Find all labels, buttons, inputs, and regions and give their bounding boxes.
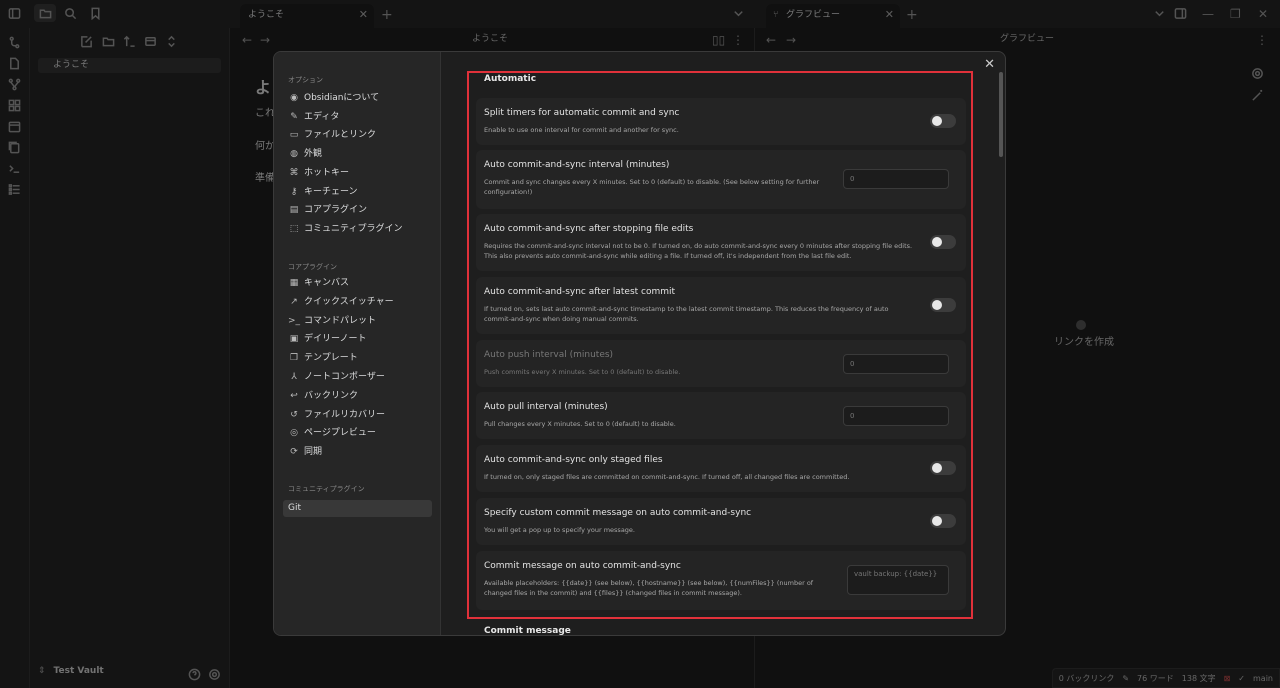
- nav-item-icon: ⟳: [290, 447, 298, 458]
- nav-item[interactable]: ⟳ 同期: [283, 444, 432, 461]
- nav-item-icon: ◍: [290, 149, 298, 160]
- highlight-box: [467, 71, 973, 619]
- nav-item[interactable]: ◉ Obsidianについて: [283, 90, 432, 107]
- nav-item-icon: ◎: [290, 428, 298, 439]
- nav-item-label: 同期: [304, 447, 323, 458]
- nav-item-icon: ⬚: [289, 223, 299, 234]
- nav-section-title: コアプラグイン: [288, 263, 337, 271]
- nav-item-icon: ◉: [290, 93, 298, 103]
- nav-item-label: キーチェーン: [304, 186, 358, 197]
- nav-item-icon: ▤: [289, 205, 299, 216]
- nav-item-icon: ⅄: [291, 372, 297, 382]
- nav-item[interactable]: ⚷ キーチェーン: [283, 184, 432, 201]
- section-heading: Commit message: [484, 626, 571, 636]
- nav-item[interactable]: ▭ ファイルとリンク: [283, 127, 432, 144]
- nav-item-label: ノートコンポーザー: [304, 372, 385, 382]
- nav-item-label: Git: [288, 503, 302, 513]
- nav-item-label: エディタ: [304, 111, 340, 122]
- nav-item-icon: >_: [288, 315, 301, 326]
- nav-item-label: 外観: [304, 149, 323, 160]
- nav-item[interactable]: ▦ キャンバス: [283, 275, 432, 292]
- nav-item-label: ファイルリカバリー: [304, 409, 386, 420]
- nav-item-icon: ✎: [290, 111, 298, 122]
- nav-item-icon: ⚷: [290, 186, 298, 197]
- nav-item[interactable]: ◎ ページプレビュー: [283, 425, 432, 442]
- scrollbar[interactable]: [999, 72, 1003, 157]
- nav-item-icon: ▣: [289, 334, 299, 345]
- nav-item-label: コアプラグイン: [304, 205, 368, 216]
- nav-item-icon: ⌘: [289, 167, 299, 178]
- nav-item-icon: ↩: [290, 390, 298, 401]
- obsidian-window: ようこそ ✕ + ⑂ グラフビュー ✕ + — ❐ ✕ ようこそ ⇕ Test …: [0, 0, 1280, 688]
- nav-section-title: オプション: [288, 76, 323, 84]
- nav-item[interactable]: ▤ コアプラグイン: [283, 202, 432, 219]
- nav-item-label: クイックスイッチャー: [304, 296, 394, 307]
- settings-modal: オプション ◉ Obsidianについて ✎ エディタ ▭ ファイルとリンク ◍ 外観 ⌘ ホットキ…: [273, 51, 1006, 636]
- nav-item[interactable]: ◍ 外観: [283, 146, 432, 163]
- nav-item-icon: ↺: [290, 409, 298, 420]
- nav-item[interactable]: ⌘ ホットキー: [283, 165, 432, 182]
- nav-item-label: コミュニティプラグイン: [304, 223, 403, 234]
- nav-item-label: デイリーノート: [304, 334, 367, 345]
- nav-item[interactable]: ✎ エディタ: [283, 109, 432, 126]
- nav-item-label: キャンバス: [304, 278, 350, 288]
- nav-item-label: バックリンク: [304, 390, 359, 401]
- nav-item-icon: ▭: [289, 130, 299, 141]
- nav-item-label: コマンドパレット: [304, 315, 377, 326]
- close-icon[interactable]: ✕: [984, 57, 995, 72]
- settings-nav: オプション ◉ Obsidianについて ✎ エディタ ▭ ファイルとリンク ◍ 外観 ⌘ ホットキ…: [274, 52, 441, 635]
- nav-item[interactable]: Git: [283, 500, 432, 517]
- nav-item-icon: ↗: [290, 296, 298, 307]
- nav-item[interactable]: ▣ デイリーノート: [283, 331, 432, 348]
- nav-item[interactable]: ↩ バックリンク: [283, 388, 432, 405]
- nav-item[interactable]: ↺ ファイルリカバリー: [283, 407, 432, 424]
- nav-item-label: ファイルとリンク: [304, 130, 377, 141]
- nav-item-label: ページプレビュー: [304, 428, 376, 439]
- nav-item[interactable]: ↗ クイックスイッチャー: [283, 294, 432, 311]
- nav-section-title: コミュニティプラグイン: [288, 485, 365, 493]
- nav-item-icon: ▦: [289, 278, 299, 288]
- nav-item[interactable]: ⬚ コミュニティプラグイン: [283, 221, 432, 238]
- nav-item-label: ホットキー: [304, 167, 350, 178]
- nav-item[interactable]: >_ コマンドパレット: [283, 313, 432, 330]
- nav-item-label: Obsidianについて: [304, 93, 380, 103]
- nav-item[interactable]: ❐ テンプレート: [283, 350, 432, 367]
- nav-item[interactable]: ⅄ ノートコンポーザー: [283, 369, 432, 386]
- nav-item-label: テンプレート: [304, 353, 358, 364]
- nav-item-icon: ❐: [289, 353, 299, 364]
